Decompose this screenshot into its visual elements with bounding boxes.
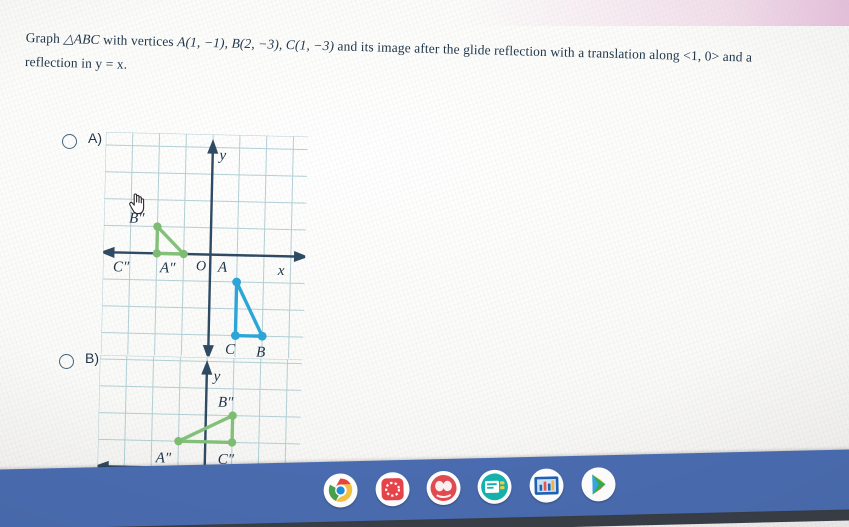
question-line1-pre: Graph [25, 29, 64, 47]
vertex-c-double-prime [152, 249, 162, 258]
question-triangle-abc: △ABC [63, 31, 100, 47]
graph-option-a[interactable]: x y O C″ A″ B″ A C B [100, 132, 308, 359]
screenshot-root: Graph △ABC with vertices A(1, −1), B(2, … [0, 0, 849, 527]
label-a-double-prime-a: A″ [159, 260, 177, 276]
origin-label-a: O [196, 259, 206, 274]
radio-button-b[interactable] [59, 354, 74, 369]
vertex-c-double-prime-b [227, 438, 237, 447]
axis-label-y-a: y [217, 148, 226, 164]
label-b-double-prime-a: B″ [129, 211, 146, 227]
chrome-icon[interactable] [323, 473, 358, 508]
choice-letter-a: A) [88, 130, 102, 146]
play-store-icon[interactable] [581, 466, 616, 502]
label-b-a: B [256, 344, 266, 358]
axis-label-x-a: x [277, 263, 285, 279]
radio-button-a[interactable] [62, 134, 77, 149]
question-line1-mid: with vertices [99, 32, 178, 50]
label-a-double-prime-b: A″ [154, 450, 172, 466]
label-c-a: C [225, 342, 236, 358]
red-circle-app-icon[interactable] [375, 471, 410, 507]
question-vertices: A(1, −1), B(2, −3), C(1, −3) [177, 34, 335, 54]
red-mask-app-icon[interactable] [426, 470, 461, 506]
blue-chart-app-icon[interactable] [529, 468, 564, 504]
choice-letter-b: B) [85, 350, 99, 366]
label-a-a: A [217, 260, 228, 276]
axis-label-y-b: y [211, 369, 220, 385]
label-b-double-prime-b: B″ [218, 395, 235, 411]
image-triangle-a [152, 222, 188, 259]
grid-lines-a [100, 132, 308, 359]
label-c-double-prime-a: C″ [113, 259, 130, 275]
teal-presentation-app-icon[interactable] [477, 469, 512, 505]
vertex-c [231, 331, 240, 340]
